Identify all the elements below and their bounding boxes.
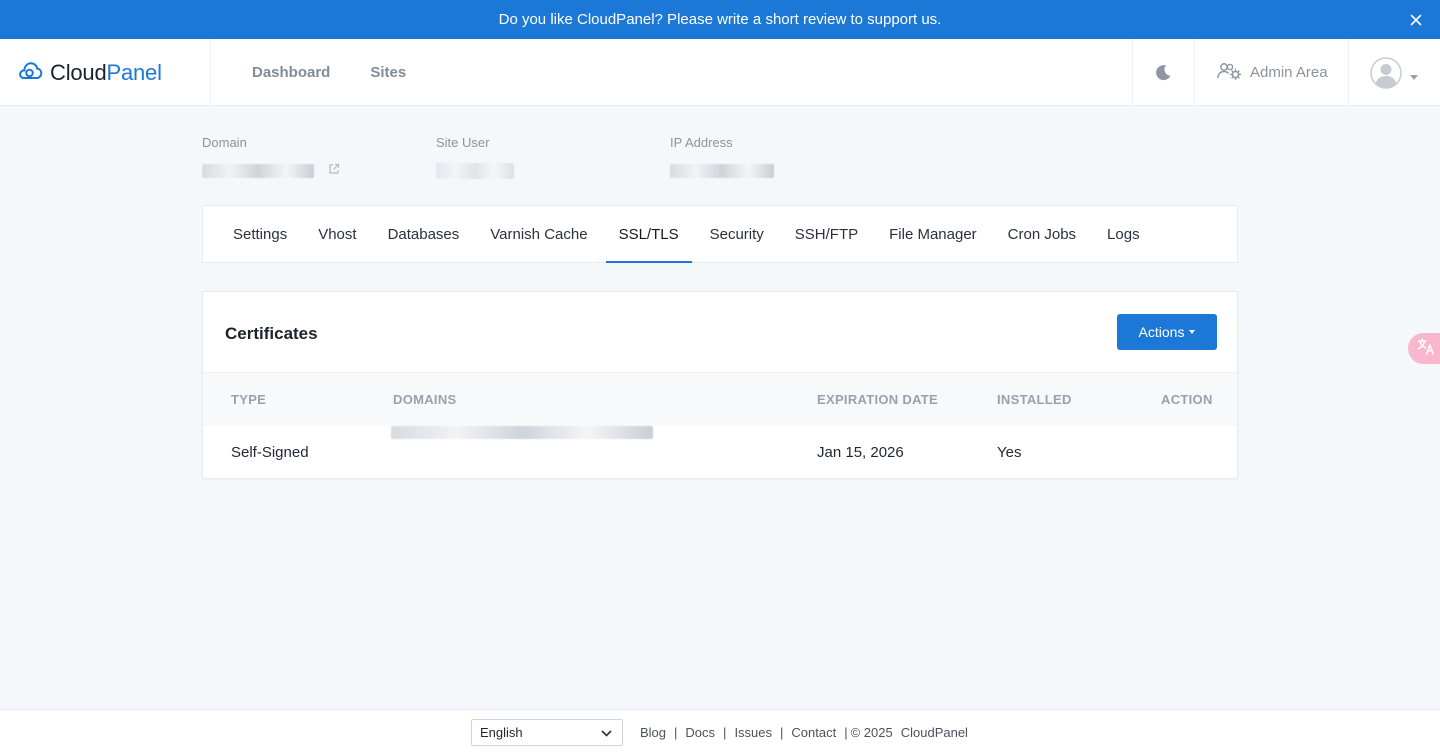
user-menu[interactable] xyxy=(1370,57,1418,94)
chevron-down-icon xyxy=(1410,67,1418,85)
footer: English Blog | Docs | Issues | Contact |… xyxy=(0,709,1440,754)
footer-separator: | xyxy=(723,725,727,740)
cloud-logo-icon xyxy=(18,59,43,86)
domain-label: Domain xyxy=(202,135,247,150)
column-installed: INSTALLED xyxy=(997,392,1072,407)
redacted-site-user xyxy=(436,163,514,179)
tab-databases[interactable]: Databases xyxy=(375,206,473,262)
header-divider xyxy=(1194,39,1195,106)
header-divider xyxy=(1132,39,1133,106)
tab-ssl-tls[interactable]: SSL/TLS xyxy=(605,206,692,263)
redacted-domains xyxy=(391,426,653,439)
site-user-value xyxy=(436,160,514,182)
cell-expiration-date: Jan 15, 2026 xyxy=(817,443,904,461)
footer-link-docs[interactable]: Docs xyxy=(685,725,715,740)
moon-icon[interactable] xyxy=(1155,64,1172,86)
tab-vhost[interactable]: Vhost xyxy=(305,206,369,262)
review-banner: Do you like CloudPanel? Please write a s… xyxy=(0,0,1440,39)
close-icon[interactable] xyxy=(1408,12,1424,28)
footer-separator: | xyxy=(780,725,784,740)
footer-separator: | xyxy=(844,725,848,740)
column-domains: DOMAINS xyxy=(393,392,457,407)
main-nav: Dashboard Sites xyxy=(252,39,446,106)
tab-cron-jobs[interactable]: Cron Jobs xyxy=(995,206,1089,262)
admin-area-link[interactable]: Admin Area xyxy=(1217,39,1328,106)
tab-varnish-cache[interactable]: Varnish Cache xyxy=(477,206,600,262)
cell-installed: Yes xyxy=(997,443,1022,461)
external-link-icon[interactable] xyxy=(328,162,340,180)
top-header: CloudPanel Dashboard Sites Admin Area xyxy=(0,39,1440,106)
cloudpanel-logo[interactable]: CloudPanel xyxy=(18,59,162,86)
nav-dashboard[interactable]: Dashboard xyxy=(252,64,330,81)
tab-logs[interactable]: Logs xyxy=(1094,206,1153,262)
nav-sites[interactable]: Sites xyxy=(370,64,406,81)
footer-copyright: © 2025 xyxy=(850,725,893,740)
header-divider xyxy=(210,39,211,106)
site-tabs: Settings Vhost Databases Varnish Cache SSL/T… xyxy=(202,205,1238,263)
cell-type: Self-Signed xyxy=(231,443,309,461)
redacted-domain xyxy=(202,164,314,178)
certificates-title: Certificates xyxy=(225,324,318,343)
actions-label: Actions xyxy=(1138,324,1185,340)
actions-dropdown-button[interactable]: Actions xyxy=(1117,314,1217,350)
ip-address-label: IP Address xyxy=(670,135,733,150)
footer-link-issues[interactable]: Issues xyxy=(734,725,772,740)
chevron-down-icon xyxy=(601,725,612,740)
translate-button[interactable] xyxy=(1408,333,1440,364)
ip-address-info: IP Address xyxy=(670,135,774,182)
review-banner-text: Do you like CloudPanel? Please write a s… xyxy=(498,11,942,28)
brand-name-part2: Panel xyxy=(106,59,162,85)
table-row: Self-Signed Jan 15, 2026 Yes xyxy=(203,426,1237,478)
translate-icon xyxy=(1417,337,1435,360)
caret-down-icon xyxy=(1189,330,1196,334)
brand-name-part1: Cloud xyxy=(50,59,107,85)
avatar xyxy=(1370,57,1402,94)
tab-ssh-ftp[interactable]: SSH/FTP xyxy=(782,206,871,262)
footer-link-contact[interactable]: Contact xyxy=(791,725,836,740)
domain-info: Domain xyxy=(202,135,340,182)
language-value: English xyxy=(480,725,523,740)
site-user-info: Site User xyxy=(436,135,514,182)
header-divider xyxy=(1348,39,1349,106)
language-select[interactable]: English xyxy=(471,719,623,746)
footer-link-blog[interactable]: Blog xyxy=(640,725,666,740)
users-gear-icon xyxy=(1217,62,1242,84)
tab-file-manager[interactable]: File Manager xyxy=(876,206,990,262)
site-user-label: Site User xyxy=(436,135,490,150)
admin-area-label: Admin Area xyxy=(1250,64,1328,81)
domain-value[interactable] xyxy=(202,160,340,182)
column-expiration-date: EXPIRATION DATE xyxy=(817,392,939,407)
ip-address-value xyxy=(670,160,774,182)
column-type: TYPE xyxy=(231,392,267,407)
tab-security[interactable]: Security xyxy=(697,206,777,262)
footer-links: Blog | Docs | Issues | Contact | © 2025 … xyxy=(640,710,968,754)
redacted-ip-address xyxy=(670,164,774,178)
footer-link-cloudpanel[interactable]: CloudPanel xyxy=(901,725,968,740)
certificates-card: Certificates Actions TYPE DOMAINS EXPIRA… xyxy=(202,291,1238,479)
tab-settings[interactable]: Settings xyxy=(220,206,300,262)
column-action: ACTION xyxy=(1161,392,1213,407)
footer-separator: | xyxy=(674,725,678,740)
table-header: TYPE DOMAINS EXPIRATION DATE INSTALLED A… xyxy=(203,372,1237,426)
brand-name: CloudPanel xyxy=(50,60,162,86)
